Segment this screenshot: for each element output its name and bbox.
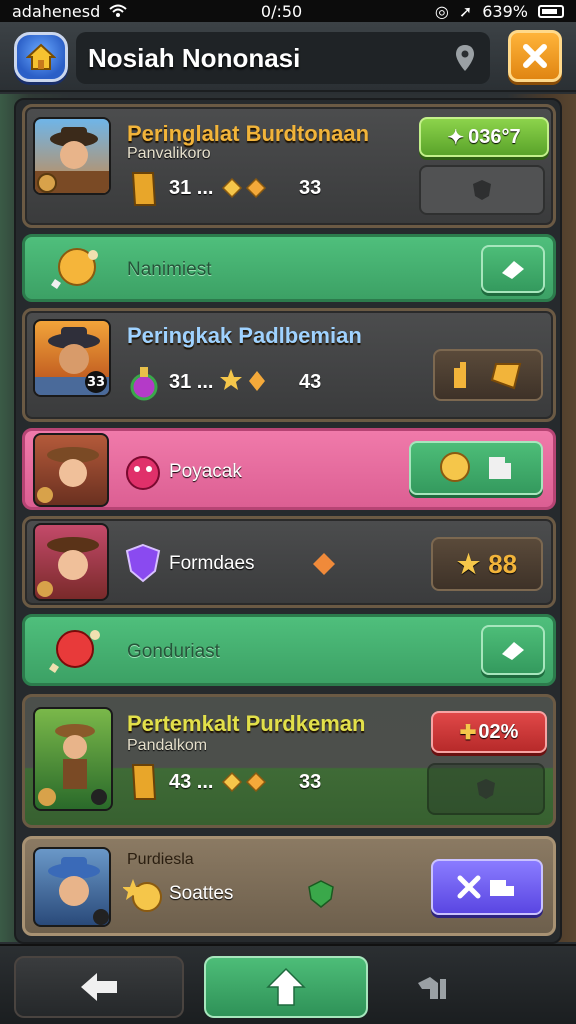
avatar [33, 117, 111, 195]
boost-button[interactable]: ✚ 02% [431, 711, 547, 753]
wifi-icon [109, 4, 127, 17]
home-button[interactable] [14, 32, 68, 82]
arrow-up-icon [266, 967, 306, 1006]
explorer-portrait-icon [38, 724, 107, 806]
row-title: Peringlalat Burdtonaan [127, 121, 370, 146]
row-title: Pertemkalt Purdkeman [127, 711, 366, 736]
list-item[interactable]: Formdaes ★ 88 [22, 516, 556, 608]
row-label: Gonduriast [127, 641, 220, 662]
social-button[interactable] [409, 441, 543, 495]
home-up-button[interactable] [204, 956, 368, 1018]
amber-gem-icon [313, 553, 335, 575]
location-pin-icon[interactable] [454, 44, 476, 72]
sparkle-icon: ✦ [447, 126, 465, 149]
row-label: Nanimiest [127, 259, 212, 280]
reward-slot[interactable] [433, 349, 543, 401]
avatar [33, 523, 109, 601]
row-title: Peringkak Padlbemian [127, 323, 362, 348]
bottom-nav [0, 944, 576, 1024]
star-score-label: 88 [488, 548, 518, 579]
list-item[interactable]: 33 Peringkak Padlbemian 31 ... 43 [22, 308, 556, 422]
level-badge: 33 [85, 371, 107, 393]
profile-button[interactable] [392, 956, 472, 1018]
edit-button[interactable] [481, 245, 545, 293]
boost-button-label: 02% [478, 720, 519, 743]
battery-icon [538, 4, 564, 18]
location-arrow-icon: ➚ [458, 1, 473, 21]
hand-gold-icon [454, 362, 522, 390]
scroll-icon [131, 764, 157, 800]
stat-b: 43 [299, 371, 322, 393]
shield-icon [473, 180, 491, 200]
locked-slot[interactable] [427, 763, 545, 815]
chat-puzzle-icon [440, 452, 511, 482]
stars-icon [220, 369, 265, 391]
list-item[interactable]: Pertemkalt Purdkeman Pandalkom 43 ... 33… [22, 694, 556, 828]
edit-button[interactable] [481, 625, 545, 675]
stat-b: 33 [299, 177, 322, 199]
chat-bubble-icon [51, 248, 98, 289]
gems-icon [221, 771, 267, 793]
locked-slot[interactable] [419, 165, 545, 215]
plus-icon: ✚ [459, 721, 477, 744]
green-shield-icon [308, 880, 334, 908]
eraser-icon [502, 261, 524, 279]
star-coin-icon [123, 879, 162, 912]
avatar [33, 707, 113, 811]
stat-a: 31 ... [169, 371, 214, 393]
explorer-portrait-icon [37, 537, 99, 597]
star-icon: ★ [456, 548, 481, 579]
shield-gem-icon [125, 543, 161, 583]
coin-button[interactable]: ✦ 036°7 [419, 117, 549, 157]
title-bar: Nosiah Nononasi [76, 32, 490, 84]
avatar: 33 [33, 319, 111, 397]
avatar [33, 847, 111, 927]
explorer-portrait-icon [35, 127, 109, 193]
row-label: Soattes [169, 883, 234, 904]
coin-button-label: 036°7 [468, 125, 521, 148]
list-item[interactable]: Peringlalat Burdtonaan Panvalikoro 31 ..… [22, 104, 556, 228]
page-title: Nosiah Nononasi [88, 42, 301, 73]
battery-percent: 639% [482, 1, 528, 21]
explorer-portrait-icon [37, 447, 99, 503]
creature-icon [126, 456, 160, 490]
carrier-text: adahenesd [12, 1, 101, 21]
stat-a: 31 ... [169, 177, 214, 199]
avatar [33, 433, 109, 507]
arrow-left-icon [81, 973, 117, 1001]
stat-a: 43 ... [169, 771, 214, 793]
list-item[interactable]: Poyacak [22, 428, 556, 510]
team-button[interactable] [431, 859, 543, 915]
scroll-icon [131, 172, 157, 206]
home-icon [26, 43, 56, 70]
gems-icon [221, 177, 267, 199]
header: Nosiah Nononasi [0, 22, 576, 92]
back-button[interactable] [14, 956, 184, 1018]
swap-icon [457, 875, 514, 899]
list-item[interactable]: Nanimiest [22, 234, 556, 302]
hammer-icon [418, 977, 446, 999]
eraser-icon [502, 642, 524, 660]
potion-icon [130, 367, 158, 401]
close-button[interactable] [508, 30, 562, 82]
clock: 0/:50 [260, 1, 303, 21]
status-bar: adahenesd 0/:50 ◎ ➚ 639% [0, 0, 576, 22]
explorer-portrait-icon [48, 857, 109, 925]
row-label: Poyacak [169, 461, 242, 482]
close-icon [523, 44, 547, 68]
list-item[interactable]: Gonduriast [22, 614, 556, 686]
row-subtitle: Panvalikoro [127, 145, 211, 162]
shield-icon [477, 779, 495, 799]
alarm-icon: ◎ [434, 1, 449, 21]
row-subtitle: Purdiesla [127, 851, 194, 868]
list-item[interactable]: Purdiesla Soattes [22, 836, 556, 936]
stat-b: 33 [299, 771, 322, 793]
balloon-icon [49, 630, 100, 673]
row-label: Formdaes [169, 553, 255, 574]
star-score-button[interactable]: ★ 88 [431, 537, 543, 591]
row-subtitle: Pandalkom [127, 737, 208, 754]
